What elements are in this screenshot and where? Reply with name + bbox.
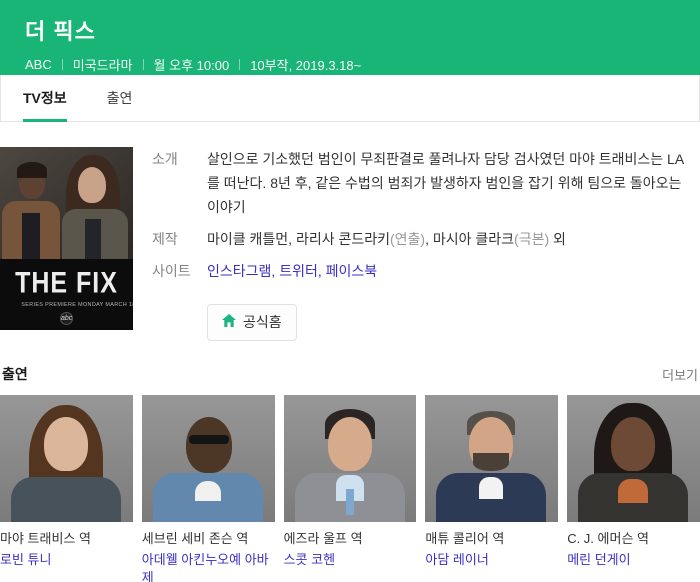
- cast-section-header: 출연 더보기: [0, 364, 700, 384]
- cast-card-info: 마야 트래비스 역 로빈 튜니: [0, 530, 133, 569]
- cast-card: C. J. 에머슨 역 메린 던게이: [567, 395, 700, 582]
- cast-actor-link[interactable]: 스콧 코헨: [284, 551, 413, 569]
- cast-card: 마야 트래비스 역 로빈 튜니: [0, 395, 133, 582]
- poster-image[interactable]: THE FIX SERIES PREMIERE MONDAY MARCH 18 …: [0, 147, 133, 330]
- intro-label: 소개: [152, 147, 207, 219]
- cast-card-info: 세브린 세비 존슨 역 아데웰 아킨누오예 아바제: [142, 530, 275, 582]
- cast-card-info: 에즈라 울프 역 스콧 코헨: [284, 530, 417, 569]
- production-names: 마이클 캐틀먼, 라리사 콘드라키: [207, 231, 390, 247]
- cast-card: 에즈라 울프 역 스콧 코헨: [284, 395, 417, 582]
- program-meta: ABC 미국드라마 월 오후 10:00 10부작, 2019.3.18~: [25, 55, 700, 74]
- meta-separator: [239, 59, 240, 70]
- official-home-label: 공식홈: [243, 312, 282, 332]
- cast-card-info: 매튜 콜리어 역 아담 레이너: [425, 530, 558, 569]
- meta-separator: [143, 59, 144, 70]
- poster-premiere-text: SERIES PREMIERE MONDAY MARCH 18 10|9c: [21, 301, 111, 307]
- abc-network-logo: abc: [60, 312, 73, 325]
- cast-section: 출연 더보기 마야 트래비스 역 로빈 튜니 세브린 세비 존슨 역 아데웰 아…: [0, 364, 700, 582]
- production-row: 제작 마이클 캐틀먼, 라리사 콘드라키(연출), 마시아 클라크(극본) 외: [152, 227, 700, 251]
- program-details: 소개 살인으로 기소했던 범인이 무죄판결로 풀려나자 담당 검사였던 마야 트…: [152, 147, 700, 341]
- cast-role: 에즈라 울프 역: [284, 530, 413, 548]
- cast-card: 세브린 세비 존슨 역 아데웰 아킨누오예 아바제: [142, 395, 275, 582]
- tab-tv-info[interactable]: TV정보: [23, 75, 67, 121]
- meta-network: ABC: [25, 57, 52, 72]
- poster-title-band: THE FIX SERIES PREMIERE MONDAY MARCH 18 …: [0, 259, 133, 330]
- production-label: 제작: [152, 227, 207, 251]
- tab-bar: TV정보 출연: [0, 75, 700, 122]
- cast-grid: 마야 트래비스 역 로빈 튜니 세브린 세비 존슨 역 아데웰 아킨누오예 아바…: [0, 395, 700, 582]
- intro-row: 소개 살인으로 기소했던 범인이 무죄판결로 풀려나자 담당 검사였던 마야 트…: [152, 147, 700, 219]
- cast-role: 매튜 콜리어 역: [425, 530, 554, 548]
- cast-photo-adam-rayner[interactable]: [425, 395, 558, 522]
- production-etc: 외: [549, 231, 566, 247]
- intro-text: 살인으로 기소했던 범인이 무죄판결로 풀려나자 담당 검사였던 마야 트래비스…: [207, 147, 700, 219]
- twitter-link[interactable]: 트위터: [279, 263, 325, 279]
- cast-section-title: 출연: [2, 364, 28, 384]
- cast-role: 세브린 세비 존슨 역: [142, 530, 271, 548]
- program-title: 더 픽스: [25, 14, 700, 46]
- cast-role: C. J. 에머슨 역: [567, 530, 696, 548]
- production-text: 마이클 캐틀먼, 라리사 콘드라키(연출), 마시아 클라크(극본) 외: [207, 227, 700, 251]
- production-role-writing: (극본): [514, 231, 549, 247]
- poster-title-text: THE FIX: [0, 266, 133, 301]
- cast-card-info: C. J. 에머슨 역 메린 던게이: [567, 530, 700, 569]
- cast-role: 마야 트래비스 역: [0, 530, 129, 548]
- site-label: 사이트: [152, 259, 207, 283]
- meta-airtime: 월 오후 10:00: [154, 55, 230, 74]
- site-links: 인스타그램트위터페이스북: [207, 259, 700, 283]
- meta-episodes: 10부작, 2019.3.18~: [250, 55, 361, 74]
- production-role-directing: (연출): [390, 231, 425, 247]
- instagram-link[interactable]: 인스타그램: [207, 263, 279, 279]
- cast-actor-link[interactable]: 메린 던게이: [567, 551, 696, 569]
- official-home-button[interactable]: 공식홈: [207, 304, 297, 341]
- info-section: THE FIX SERIES PREMIERE MONDAY MARCH 18 …: [0, 147, 700, 341]
- poster-photo-art: [0, 147, 133, 259]
- cast-card: 매튜 콜리어 역 아담 레이너: [425, 395, 558, 582]
- cast-photo-robin-tunney[interactable]: [0, 395, 133, 522]
- home-icon: [222, 314, 236, 330]
- cast-actor-link[interactable]: 아담 레이너: [425, 551, 554, 569]
- cast-photo-merrin-dungey[interactable]: [567, 395, 700, 522]
- production-names: , 마시아 클라크: [425, 231, 514, 247]
- cast-actor-link[interactable]: 로빈 튜니: [0, 551, 129, 569]
- more-link[interactable]: 더보기: [662, 365, 698, 384]
- facebook-link[interactable]: 페이스북: [326, 263, 378, 279]
- cast-photo-adewale[interactable]: [142, 395, 275, 522]
- cast-actor-link[interactable]: 아데웰 아킨누오예 아바제: [142, 551, 271, 582]
- tab-cast[interactable]: 출연: [107, 75, 133, 121]
- meta-separator: [62, 59, 63, 70]
- site-row: 사이트 인스타그램트위터페이스북: [152, 259, 700, 283]
- cast-photo-scott-cohen[interactable]: [284, 395, 417, 522]
- program-header: 더 픽스 ABC 미국드라마 월 오후 10:00 10부작, 2019.3.1…: [0, 0, 700, 75]
- meta-genre: 미국드라마: [73, 55, 133, 74]
